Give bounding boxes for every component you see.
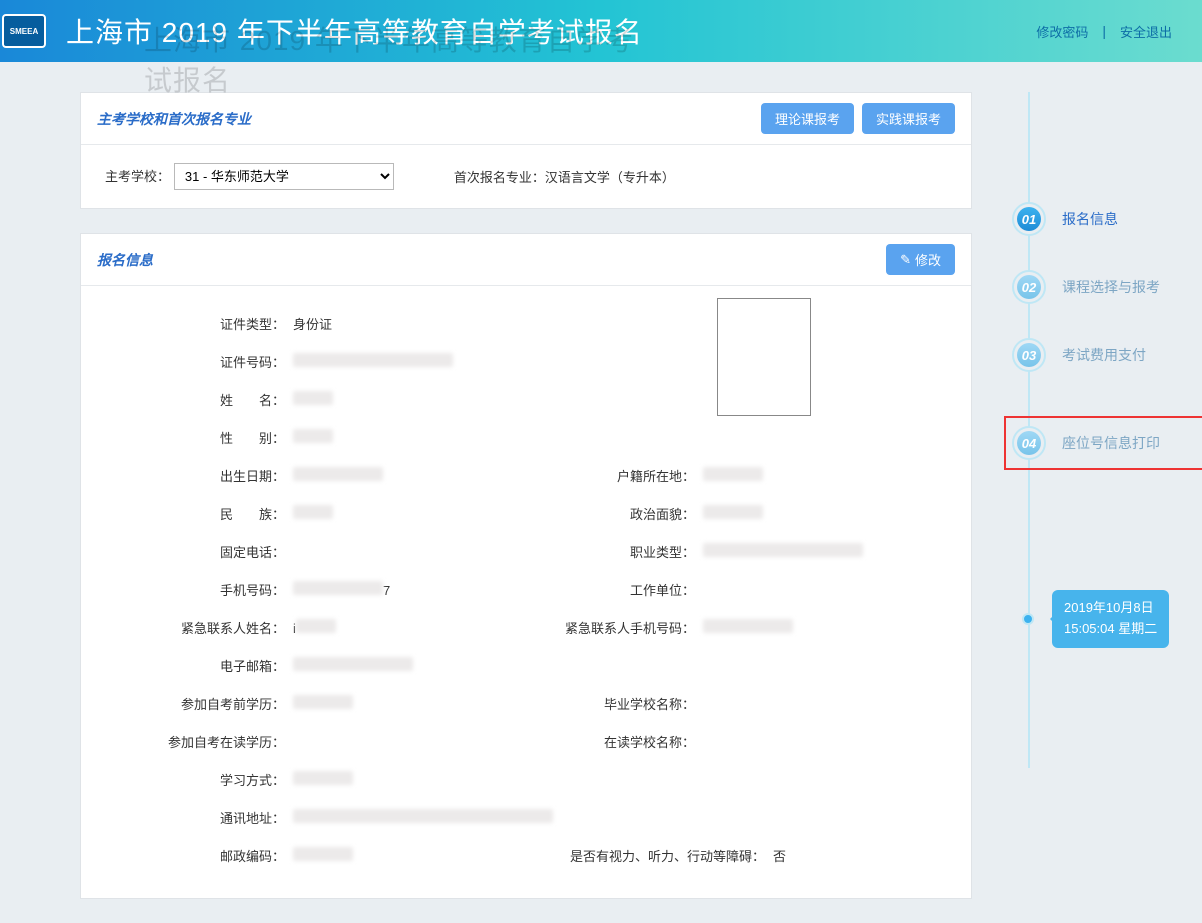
time-bubble: 2019年10月8日 15:05:04 星期二	[1052, 590, 1169, 648]
school-label: 主考学校：	[105, 169, 170, 184]
study-mode-label: 学习方式：	[81, 770, 291, 789]
change-password-link[interactable]: 修改密码	[1036, 22, 1088, 41]
major-value: 汉语言文学（专升本）	[545, 170, 675, 185]
app-header: SMEEA 上海市 2019 年下半年高等教育自学考试报名 上海市 2019 年…	[0, 0, 1202, 62]
political-label: 政治面貌：	[491, 504, 701, 523]
step-2[interactable]: 02 课程选择与报考	[1012, 270, 1202, 304]
gender-label: 性 别：	[81, 428, 291, 447]
timeline: 01 报名信息 02 课程选择与报考 03 考试费用支付 04 座位号信息打印 …	[1012, 92, 1202, 648]
disability-value: 否	[771, 846, 971, 865]
step-1[interactable]: 01 报名信息	[1012, 202, 1202, 236]
current-edu-label: 参加自考在读学历：	[81, 732, 291, 751]
address-label: 通讯地址：	[81, 808, 291, 827]
disability-label: 是否有视力、听力、行动等障碍：	[491, 846, 771, 865]
edit-button[interactable]: ✎修改	[886, 244, 955, 275]
address-value	[291, 809, 971, 826]
step-3-num: 03	[1017, 343, 1041, 367]
email-value	[291, 657, 491, 674]
emergency-mobile-label: 紧急联系人手机号码：	[491, 618, 701, 637]
name-value	[291, 391, 491, 408]
step-1-label: 报名信息	[1062, 209, 1118, 229]
mobile-value: 7	[291, 581, 491, 598]
study-mode-value	[291, 771, 491, 788]
practice-exam-button[interactable]: 实践课报考	[862, 103, 955, 134]
step-4-num: 04	[1017, 431, 1041, 455]
time-node: 2019年10月8日 15:05:04 星期二	[1012, 590, 1202, 648]
job-type-label: 职业类型：	[491, 542, 701, 561]
step-1-num: 01	[1017, 207, 1041, 231]
major-label: 首次报名专业：	[454, 170, 545, 185]
edit-icon: ✎	[900, 252, 911, 268]
info-panel-title: 报名信息	[97, 250, 153, 270]
emergency-name-label: 紧急联系人姓名：	[81, 618, 291, 637]
info-panel: 报名信息 ✎修改 证件类型： 身份证 证件号码：	[80, 233, 972, 899]
step-3[interactable]: 03 考试费用支付	[1012, 338, 1202, 372]
time-line2: 15:05:04 星期二	[1064, 619, 1157, 640]
major-field: 首次报名专业：汉语言文学（专升本）	[454, 167, 675, 186]
birth-label: 出生日期：	[81, 466, 291, 485]
school-field: 主考学校： 31 - 华东师范大学	[105, 163, 394, 190]
time-line1: 2019年10月8日	[1064, 598, 1157, 619]
step-3-label: 考试费用支付	[1062, 345, 1146, 365]
cert-type-value: 身份证	[291, 314, 491, 333]
email-label: 电子邮箱：	[81, 656, 291, 675]
hukou-label: 户籍所在地：	[491, 466, 701, 485]
prev-edu-value	[291, 695, 491, 712]
edit-button-label: 修改	[915, 250, 941, 269]
school-panel-title: 主考学校和首次报名专业	[97, 109, 251, 129]
school-panel: 主考学校和首次报名专业 理论课报考 实践课报考 主考学校： 31 - 华东师范大…	[80, 92, 972, 209]
emergency-name-value: i	[291, 619, 491, 636]
postcode-value	[291, 847, 491, 864]
emergency-mobile-value	[701, 619, 901, 636]
ethnic-label: 民 族：	[81, 504, 291, 523]
hukou-value	[701, 467, 901, 484]
theory-exam-button[interactable]: 理论课报考	[761, 103, 854, 134]
cert-no-label: 证件号码：	[81, 352, 291, 371]
birth-value	[291, 467, 491, 484]
separator: |	[1102, 23, 1106, 39]
work-unit-label: 工作单位：	[491, 580, 701, 599]
step-2-label: 课程选择与报考	[1062, 277, 1160, 297]
job-type-value	[701, 543, 901, 560]
prev-edu-label: 参加自考前学历：	[81, 694, 291, 713]
title-shadow: 上海市 2019 年下半年高等教育自学考试报名	[144, 19, 643, 99]
postcode-label: 邮政编码：	[81, 846, 291, 865]
tel-label: 固定电话：	[81, 542, 291, 561]
grad-school-label: 毕业学校名称：	[491, 694, 701, 713]
gender-value	[291, 429, 491, 446]
step-2-num: 02	[1017, 275, 1041, 299]
logout-link[interactable]: 安全退出	[1120, 22, 1172, 41]
cert-type-label: 证件类型：	[81, 314, 291, 333]
ethnic-value	[291, 505, 491, 522]
step-4-label: 座位号信息打印	[1062, 433, 1160, 453]
header-links: 修改密码 | 安全退出	[1036, 22, 1172, 41]
current-school-label: 在读学校名称：	[491, 732, 701, 751]
school-select[interactable]: 31 - 华东师范大学	[174, 163, 394, 190]
mobile-label: 手机号码：	[81, 580, 291, 599]
photo-placeholder	[717, 298, 811, 416]
time-dot-icon	[1022, 613, 1034, 625]
name-label: 姓 名：	[81, 390, 291, 409]
political-value	[701, 505, 901, 522]
step-4-highlighted[interactable]: 04 座位号信息打印	[1004, 406, 1202, 480]
logo-text: SMEEA	[10, 27, 38, 36]
logo: SMEEA	[2, 14, 46, 48]
cert-no-value	[291, 353, 491, 370]
